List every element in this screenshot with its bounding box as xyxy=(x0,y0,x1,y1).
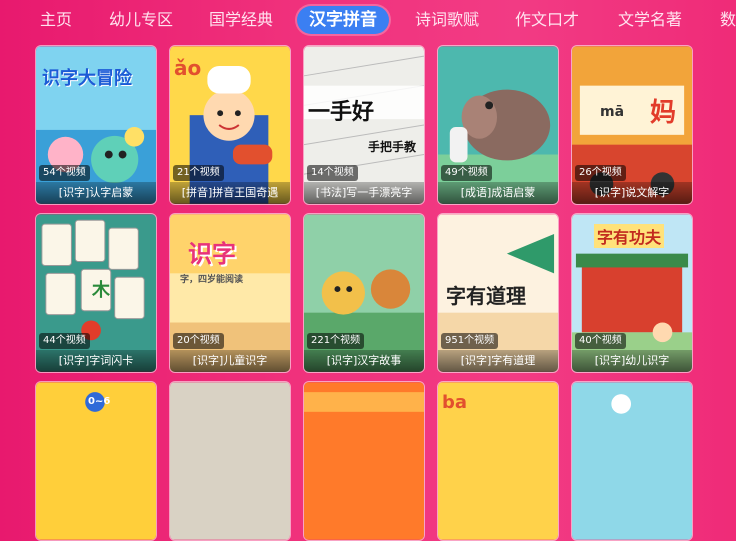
card-title: [书法]写一手漂亮字 xyxy=(304,182,424,204)
video-count: 54个视频 xyxy=(39,165,90,181)
card-title: [识字]儿童识字 xyxy=(170,350,290,372)
card-title: [识字]字词闪卡 xyxy=(36,350,156,372)
thumbnail-art-text: 字有道理 xyxy=(446,284,526,308)
video-card[interactable]: 一手好 手把手教 14个视频 [书法]写一手漂亮字 xyxy=(303,45,425,205)
video-count: 40个视频 xyxy=(575,333,626,349)
video-count: 44个视频 xyxy=(39,333,90,349)
video-card[interactable] xyxy=(303,381,425,541)
thumbnail-art-text: 一手好 xyxy=(308,100,375,125)
video-card[interactable]: ba xyxy=(437,381,559,541)
thumbnail-art-text: 木 xyxy=(92,280,110,301)
video-card[interactable]: 识字 字，四岁能阅读 20个视频 [识字]儿童识字 xyxy=(169,213,291,373)
card-title: [成语]成语启蒙 xyxy=(438,182,558,204)
card-thumbnail xyxy=(170,382,290,540)
card-title: [识字]幼儿识字 xyxy=(572,350,692,372)
card-title: [识字]字有道理 xyxy=(438,350,558,372)
video-card[interactable]: 49个视频 [成语]成语启蒙 xyxy=(437,45,559,205)
video-card[interactable] xyxy=(169,381,291,541)
video-card[interactable]: 221个视频 [识字]汉字故事 xyxy=(303,213,425,373)
video-card[interactable]: 0~6 xyxy=(35,381,157,541)
video-count: 26个视频 xyxy=(575,165,626,181)
thumbnail-art-text: 识字 xyxy=(188,240,236,268)
thumbnail-art-text: 字有功夫 xyxy=(594,224,665,248)
card-title: [识字]汉字故事 xyxy=(304,350,424,372)
thumbnail-art-text: ǎo xyxy=(174,56,202,80)
video-count: 951个视频 xyxy=(441,333,499,349)
card-title: [识字]认字启蒙 xyxy=(36,182,156,204)
video-card-grid: 识字大冒险 54个视频 [识字]认字启蒙 ǎo 21个视频 [拼音]拼音王国奇遇… xyxy=(0,0,736,541)
video-card[interactable]: 字有道理 951个视频 [识字]字有道理 xyxy=(437,213,559,373)
video-count: 221个视频 xyxy=(307,333,365,349)
card-thumbnail xyxy=(304,382,424,540)
thumbnail-art-text: mā xyxy=(600,104,625,120)
video-count: 14个视频 xyxy=(307,165,358,181)
thumbnail-art-subtext: 字，四岁能阅读 xyxy=(180,275,244,285)
video-count: 49个视频 xyxy=(441,165,492,181)
video-card[interactable]: ǎo 21个视频 [拼音]拼音王国奇遇 xyxy=(169,45,291,205)
thumbnail-art-subtext: 妈 xyxy=(650,98,677,128)
video-count: 21个视频 xyxy=(173,165,224,181)
video-card[interactable]: 字有功夫 40个视频 [识字]幼儿识字 xyxy=(571,213,693,373)
video-card[interactable] xyxy=(571,381,693,541)
video-card[interactable]: 木 44个视频 [识字]字词闪卡 xyxy=(35,213,157,373)
thumbnail-art-text: ba xyxy=(442,392,468,413)
thumbnail-art-subtext: 手把手教 xyxy=(368,140,417,154)
thumbnail-art-text: 识字大冒险 xyxy=(42,68,132,89)
video-card[interactable]: mā 妈 26个视频 [识字]说文解字 xyxy=(571,45,693,205)
card-title: [拼音]拼音王国奇遇 xyxy=(170,182,290,204)
video-count: 20个视频 xyxy=(173,333,224,349)
thumbnail-art-text: 0~6 xyxy=(88,396,111,407)
card-thumbnail xyxy=(572,382,692,540)
card-title: [识字]说文解字 xyxy=(572,182,692,204)
video-card[interactable]: 识字大冒险 54个视频 [识字]认字启蒙 xyxy=(35,45,157,205)
